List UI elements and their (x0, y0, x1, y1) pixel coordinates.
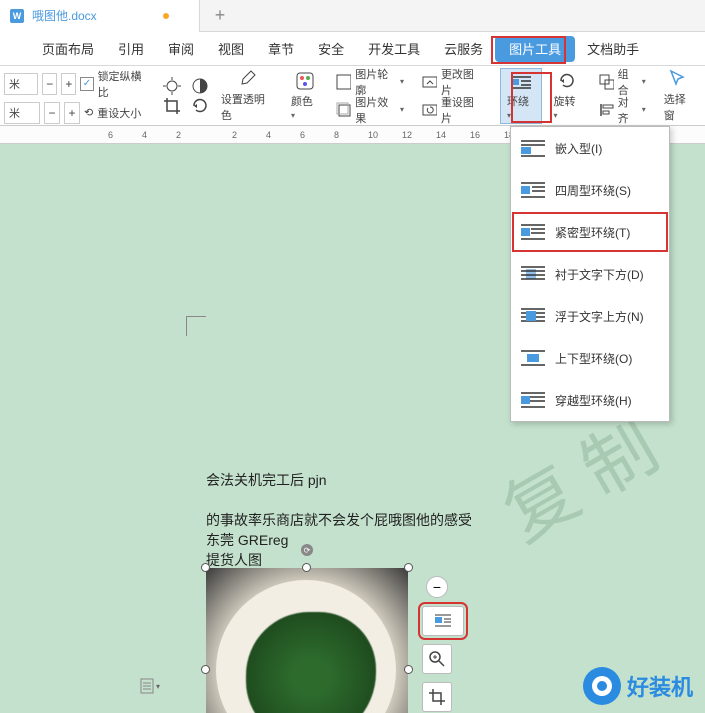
align-icon (599, 102, 614, 118)
effect-button[interactable]: 图片效果▾ (330, 97, 410, 123)
page-margin-corner (186, 316, 206, 336)
menu-review[interactable]: 审阅 (156, 32, 206, 66)
tab-title: 哦图他.docx (32, 7, 155, 24)
palette-icon (295, 71, 315, 91)
doc-paragraph[interactable]: 会法关机完工后 pjn (206, 470, 327, 491)
image-placeholder (206, 568, 408, 713)
size-group: 米 − + ✓ 锁定纵横比 米 − + ⟲ 重设大小 (4, 68, 149, 124)
reset-pic-button[interactable]: 重设图片 (416, 97, 488, 123)
height-inc[interactable]: + (61, 73, 76, 95)
menu-references[interactable]: 引用 (106, 32, 156, 66)
rotate-button[interactable]: 旋转 ▾ (548, 69, 588, 123)
menu-cloud[interactable]: 云服务 (432, 32, 495, 66)
align-button[interactable]: 对齐▾ (593, 97, 652, 123)
wrap-option-tight[interactable]: 紧密型环绕(T) (511, 211, 669, 253)
menu-security[interactable]: 安全 (306, 32, 356, 66)
width-input[interactable]: 米 (4, 102, 40, 124)
menu-view[interactable]: 视图 (206, 32, 256, 66)
transparent-color-button[interactable]: 设置透明色 (215, 67, 279, 125)
arrange-group: 组合▾ 对齐▾ (593, 69, 652, 123)
brand-logo: 好装机 (583, 667, 693, 705)
outline-button[interactable]: 图片轮廓▾ (330, 69, 410, 95)
change-group: 更改图片 重设图片 (416, 69, 488, 123)
rotate-icon[interactable] (191, 97, 209, 115)
menu-page-layout[interactable]: 页面布局 (30, 32, 106, 66)
wrap-icon (435, 613, 451, 629)
select-pane-button[interactable]: 选择窗 (658, 67, 701, 125)
through-wrap-icon (521, 391, 545, 409)
zoom-icon (428, 650, 446, 668)
square-wrap-icon (521, 181, 545, 199)
menu-sections[interactable]: 章节 (256, 32, 306, 66)
height-dec[interactable]: − (42, 73, 57, 95)
eyedropper-icon (237, 69, 257, 89)
wrap-option-inline[interactable]: 嵌入型(I) (511, 127, 669, 169)
wrap-option-front[interactable]: 浮于文字上方(N) (511, 295, 669, 337)
doc-paragraph[interactable]: 的事故率乐商店就不会发个屁哦图他的感受 (206, 510, 472, 531)
doc-icon (140, 678, 154, 694)
rotate2-icon (557, 71, 577, 91)
color-button[interactable]: 颜色 ▾ (285, 69, 325, 123)
inline-wrap-icon (521, 139, 545, 157)
outline-icon (336, 74, 351, 90)
width-dec[interactable]: − (44, 102, 60, 124)
image-float-toolbar: − (422, 576, 464, 713)
topbottom-wrap-icon (521, 349, 545, 367)
layout-options-button[interactable]: ▾ (140, 678, 160, 694)
wrap-option-behind[interactable]: 衬于文字下方(D) (511, 253, 669, 295)
ribbon-toolbar: 米 − + ✓ 锁定纵横比 米 − + ⟲ 重设大小 设置透明色 颜色 ▾ (0, 66, 705, 126)
reset-size-icon: ⟲ (84, 106, 93, 119)
wrap-option-through[interactable]: 穿越型环绕(H) (511, 379, 669, 421)
combine-button[interactable]: 组合▾ (593, 69, 652, 95)
wrap-option-square[interactable]: 四周型环绕(S) (511, 169, 669, 211)
tight-wrap-icon (521, 223, 545, 241)
select-pane-icon (669, 69, 689, 89)
style-group: 图片轮廓▾ 图片效果▾ (330, 69, 410, 123)
behind-wrap-icon (521, 265, 545, 283)
new-tab-button[interactable]: + (200, 5, 240, 26)
height-input[interactable]: 米 (4, 73, 38, 95)
resize-handle-tr[interactable] (404, 563, 413, 572)
float-crop-button[interactable] (422, 682, 452, 712)
word-doc-icon: W (10, 9, 24, 23)
wrap-dropdown-menu: 嵌入型(I) 四周型环绕(S) 紧密型环绕(T) 衬于文字下方(D) 浮于文字上… (510, 126, 670, 422)
float-wrap-button[interactable] (422, 606, 464, 636)
wrap-option-topbottom[interactable]: 上下型环绕(O) (511, 337, 669, 379)
menu-picture-tools[interactable]: 图片工具 (495, 36, 575, 62)
front-wrap-icon (521, 307, 545, 325)
change-pic-icon (422, 74, 437, 90)
reset-pic-icon (422, 102, 437, 118)
contrast-icon[interactable] (191, 77, 209, 95)
adjust-group (163, 77, 209, 115)
float-collapse-button[interactable]: − (426, 576, 448, 598)
unsaved-indicator (163, 13, 169, 19)
menu-devtools[interactable]: 开发工具 (356, 32, 432, 66)
selected-image[interactable]: ⟳ (206, 568, 408, 713)
resize-handle-t[interactable] (302, 563, 311, 572)
menu-doc-assistant[interactable]: 文档助手 (575, 32, 651, 66)
lock-aspect-checkbox[interactable]: ✓ (80, 77, 93, 91)
crop-icon[interactable] (163, 97, 181, 115)
menu-bar: 页面布局 引用 审阅 视图 章节 安全 开发工具 云服务 图片工具 文档助手 (0, 32, 705, 66)
resize-handle-r[interactable] (404, 665, 413, 674)
reset-size-label[interactable]: 重设大小 (97, 105, 141, 121)
lock-aspect-label: 锁定纵横比 (98, 68, 149, 100)
doc-paragraph[interactable]: 东莞 GREreg (206, 530, 288, 551)
brightness-icon[interactable] (163, 77, 181, 95)
crop-icon (428, 688, 446, 706)
float-zoom-button[interactable] (422, 644, 452, 674)
resize-handle-tl[interactable] (201, 563, 210, 572)
title-bar: W 哦图他.docx + (0, 0, 705, 32)
resize-handle-l[interactable] (201, 665, 210, 674)
wrap-button[interactable]: 环绕 ▾ (500, 68, 542, 124)
brand-text: 好装机 (627, 670, 693, 702)
change-pic-button[interactable]: 更改图片 (416, 69, 488, 95)
width-inc[interactable]: + (64, 102, 80, 124)
document-tab[interactable]: W 哦图他.docx (0, 0, 200, 32)
rotate-handle[interactable]: ⟳ (301, 544, 313, 556)
wrap-icon (511, 71, 531, 91)
effect-icon (336, 102, 351, 118)
combine-icon (599, 74, 614, 90)
